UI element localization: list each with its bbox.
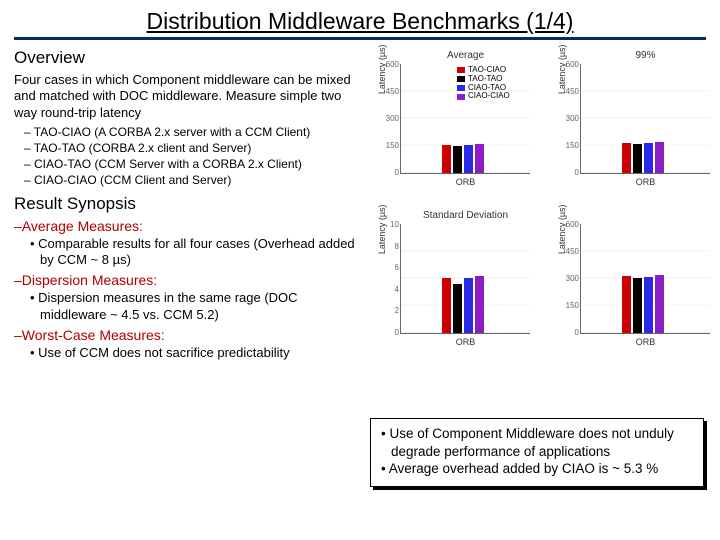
disp-bullet: • Dispersion measures in the same rage (…: [14, 290, 362, 323]
legend: TAO-CIAOTAO-TAOCIAO-TAOCIAO-CIAO: [457, 66, 510, 101]
x-axis-label: ORB: [401, 337, 530, 347]
case-item: – CIAO-CIAO (CCM Client and Server): [24, 173, 362, 188]
bar: [644, 143, 653, 173]
bar-group: [622, 142, 664, 173]
y-axis-label: Latency (µs): [377, 204, 387, 254]
callout-box: • Use of Component Middleware does not u…: [370, 418, 704, 487]
overview-paragraph: Four cases in which Component middleware…: [14, 72, 362, 121]
chart: 6004503001500Latency (µs)ORB: [580, 224, 710, 334]
bar: [442, 145, 451, 173]
case-list: – TAO-CIAO (A CORBA 2.x server with a CC…: [14, 125, 362, 188]
bar: [622, 143, 631, 173]
bar: [442, 278, 451, 333]
legend-swatch: [457, 85, 465, 91]
chart-title: 99%: [581, 50, 710, 61]
overview-heading: Overview: [14, 48, 362, 68]
legend-swatch: [457, 76, 465, 82]
legend-item: CIAO-CIAO: [457, 92, 510, 101]
x-axis-label: ORB: [581, 337, 710, 347]
bar: [622, 276, 631, 333]
bar: [475, 276, 484, 333]
bar: [633, 144, 642, 173]
chart: Average6004503001500Latency (µs)ORBTAO-C…: [400, 64, 530, 174]
disp-heading: –Dispersion Measures:: [14, 272, 362, 288]
x-axis-label: ORB: [581, 177, 710, 187]
legend-swatch: [457, 67, 465, 73]
callout-line: • Use of Component Middleware does not u…: [381, 425, 695, 460]
avg-bullet: • Comparable results for all four cases …: [14, 236, 362, 269]
bar: [464, 278, 473, 333]
bar: [453, 284, 462, 334]
y-axis-label: Latency (µs): [377, 44, 387, 94]
bar: [464, 145, 473, 173]
bar-group: [442, 144, 484, 173]
left-column: Overview Four cases in which Component m…: [14, 46, 362, 363]
case-item: – TAO-CIAO (A CORBA 2.x server with a CC…: [24, 125, 362, 140]
right-column: Average6004503001500Latency (µs)ORBTAO-C…: [370, 46, 706, 363]
bar: [644, 277, 653, 333]
bar: [655, 275, 664, 333]
chart: 99%6004503001500Latency (µs)ORB: [580, 64, 710, 174]
bar-group: [442, 276, 484, 333]
bar: [633, 278, 642, 333]
y-axis-label: Latency (µs): [557, 204, 567, 254]
avg-heading: –Average Measures:: [14, 218, 362, 234]
worst-heading: –Worst-Case Measures:: [14, 327, 362, 343]
chart: Standard Deviation1086420Latency (µs)ORB: [400, 224, 530, 334]
bar: [453, 146, 462, 174]
chart-title: Standard Deviation: [401, 210, 530, 221]
synopsis-heading: Result Synopsis: [14, 194, 362, 214]
case-item: – CIAO-TAO (CCM Server with a CORBA 2.x …: [24, 157, 362, 172]
chart-title: Average: [401, 50, 530, 61]
columns: Overview Four cases in which Component m…: [14, 46, 706, 363]
y-axis-label: Latency (µs): [557, 44, 567, 94]
legend-label: CIAO-CIAO: [468, 92, 510, 101]
bar: [475, 144, 484, 173]
case-item: – TAO-TAO (CORBA 2.x client and Server): [24, 141, 362, 156]
worst-bullet: • Use of CCM does not sacrifice predicta…: [14, 345, 362, 361]
slide: Distribution Middleware Benchmarks (1/4)…: [0, 0, 720, 540]
slide-title: Distribution Middleware Benchmarks (1/4): [14, 8, 706, 40]
callout-line: • Average overhead added by CIAO is ~ 5.…: [381, 460, 695, 478]
legend-swatch: [457, 94, 465, 100]
charts-panel: Average6004503001500Latency (µs)ORBTAO-C…: [370, 46, 706, 356]
bar-group: [622, 275, 664, 333]
x-axis-label: ORB: [401, 177, 530, 187]
bar: [655, 142, 664, 173]
